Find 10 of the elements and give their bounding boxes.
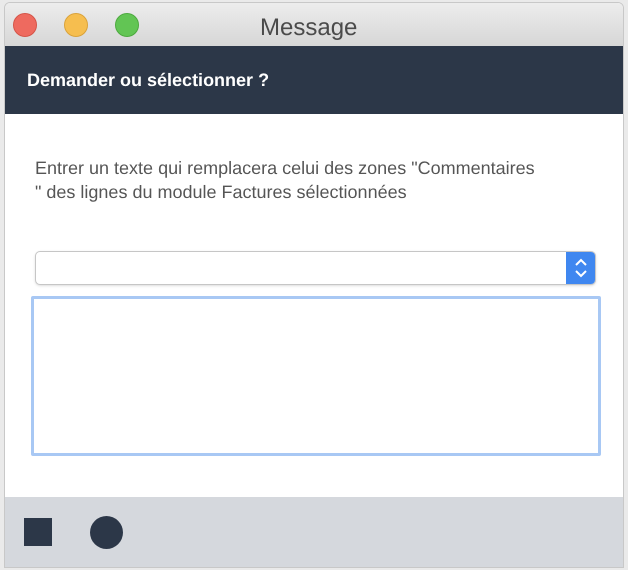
stepper-icon bbox=[566, 252, 595, 284]
zoom-button[interactable] bbox=[115, 12, 139, 36]
close-button[interactable] bbox=[13, 12, 37, 36]
combo-box[interactable] bbox=[35, 251, 596, 285]
dialog-heading: Demander ou sélectionner ? bbox=[27, 68, 270, 92]
window-title: Message bbox=[260, 13, 358, 43]
circle-button[interactable] bbox=[90, 516, 123, 548]
text-area[interactable] bbox=[31, 296, 601, 456]
prompt-text: Entrer un texte qui remplacera celui des zones "Commentaires " des lignes du module Factures sélectionnées bbox=[35, 157, 535, 204]
minimize-button[interactable] bbox=[64, 12, 88, 36]
